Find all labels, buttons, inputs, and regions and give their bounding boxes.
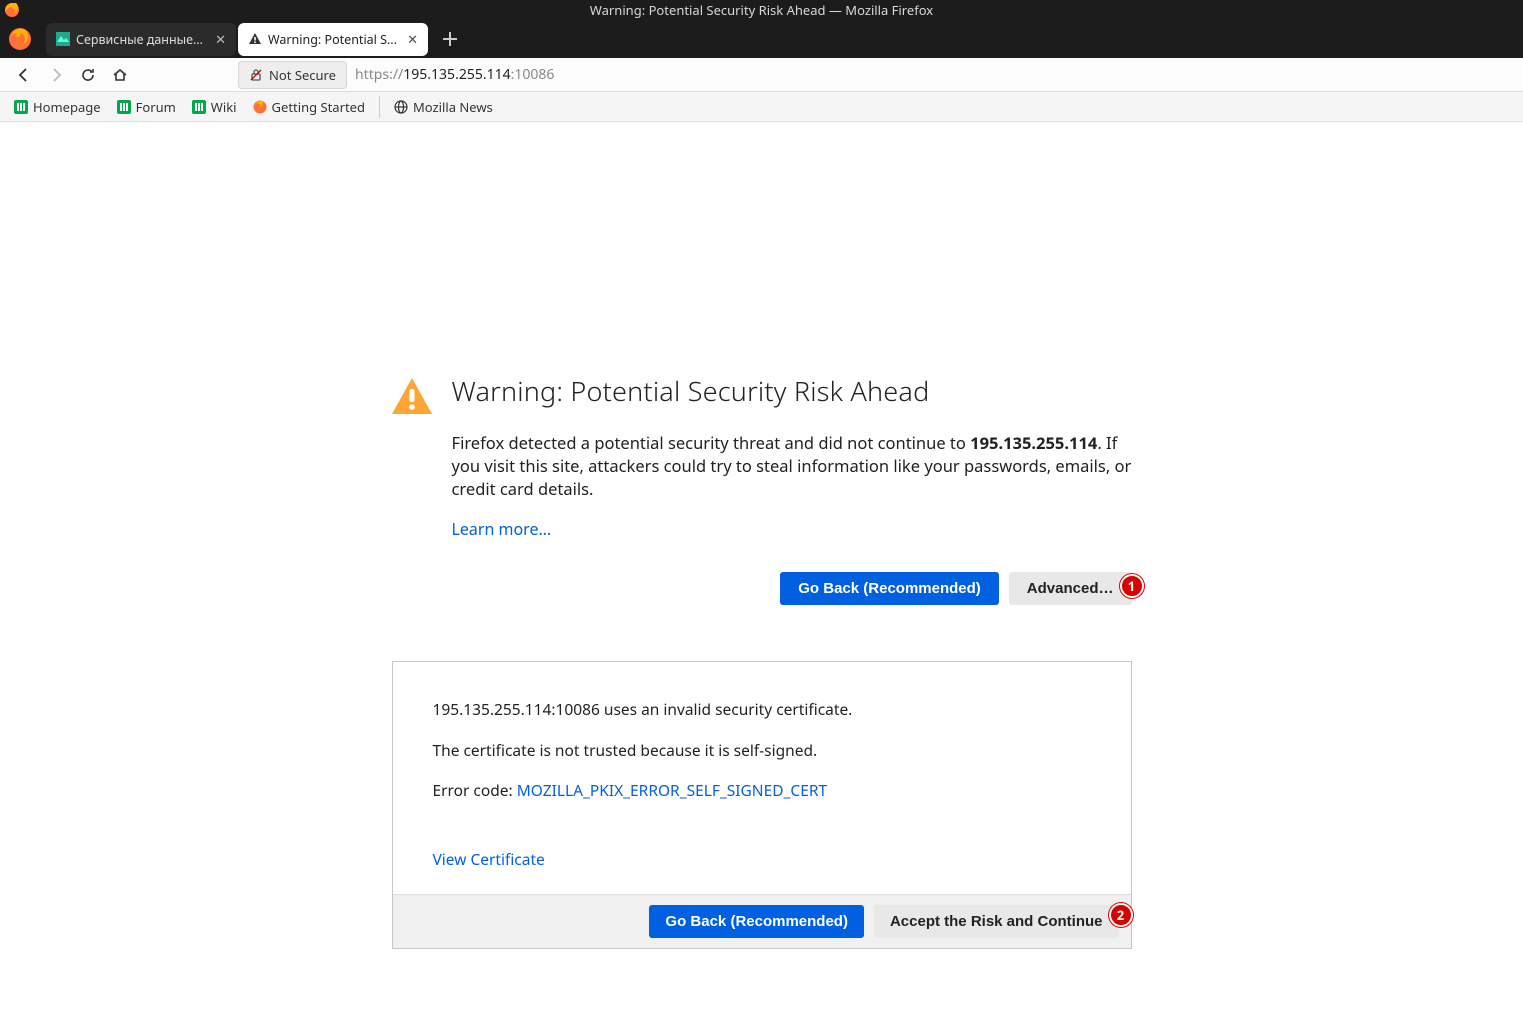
site-icon (14, 100, 28, 114)
warning-triangle-icon (248, 32, 262, 46)
security-badge[interactable]: Not Secure (238, 61, 347, 89)
bookmarks-toolbar: Homepage Forum Wiki Getting Started Mozi… (0, 92, 1523, 122)
annotation-marker-1: 1 (1120, 574, 1144, 598)
view-certificate-link[interactable]: View Certificate (433, 848, 545, 870)
warning-description: Firefox detected a potential security th… (452, 431, 1132, 500)
tab-title: Warning: Potential Security… (268, 31, 397, 48)
bookmark-getting-started[interactable]: Getting Started (247, 95, 371, 119)
firefox-logo (8, 27, 32, 51)
close-icon[interactable]: ✕ (215, 30, 226, 48)
site-icon (117, 100, 131, 114)
lock-warning-icon (249, 68, 263, 82)
globe-icon (394, 100, 408, 114)
tab-title: Сервисные данные – Vee… (76, 31, 205, 48)
firefox-icon (253, 100, 267, 114)
bookmark-wiki[interactable]: Wiki (186, 95, 243, 119)
error-code-line: Error code: MOZILLA_PKIX_ERROR_SELF_SIGN… (433, 779, 1091, 801)
nav-toolbar: Not Secure https://195.135.255.114:10086 (0, 58, 1523, 92)
warning-icon (392, 372, 432, 414)
accept-risk-button[interactable]: Accept the Risk and Continue (874, 905, 1119, 938)
go-back-button-2[interactable]: Go Back (Recommended) (649, 905, 864, 938)
forward-button[interactable] (42, 61, 70, 89)
reload-button[interactable] (74, 61, 102, 89)
cert-invalid-text: 195.135.255.114:10086 uses an invalid se… (433, 698, 1091, 720)
firefox-icon (4, 2, 20, 18)
bookmark-mozilla-news[interactable]: Mozilla News (388, 95, 499, 119)
go-back-button[interactable]: Go Back (Recommended) (780, 572, 999, 605)
separator (379, 96, 380, 118)
error-code-link[interactable]: MOZILLA_PKIX_ERROR_SELF_SIGNED_CERT (517, 779, 827, 801)
warning-title: Warning: Potential Security Risk Ahead (452, 372, 1132, 409)
close-icon[interactable]: ✕ (407, 30, 418, 48)
learn-more-link[interactable]: Learn more… (452, 518, 552, 540)
annotation-marker-2: 2 (1109, 903, 1133, 927)
security-warning: Warning: Potential Security Risk Ahead F… (392, 372, 1132, 1024)
tab-strip: Сервисные данные – Vee… ✕ Warning: Poten… (0, 20, 1523, 58)
new-tab-button[interactable] (436, 25, 464, 53)
tab-favicon (56, 32, 70, 46)
url-text: https://195.135.255.114:10086 (355, 65, 554, 84)
advanced-button[interactable]: Advanced… (1009, 572, 1132, 605)
security-label: Not Secure (269, 66, 336, 84)
browser-chrome: Сервисные данные – Vee… ✕ Warning: Poten… (0, 20, 1523, 58)
tab-active[interactable]: Warning: Potential Security… ✕ (238, 23, 428, 56)
page-content: Warning: Potential Security Risk Ahead F… (0, 122, 1523, 1024)
bookmark-forum[interactable]: Forum (111, 95, 182, 119)
back-button[interactable] (10, 61, 38, 89)
os-titlebar: Warning: Potential Security Risk Ahead —… (0, 0, 1523, 20)
bookmark-homepage[interactable]: Homepage (8, 95, 107, 119)
tab-inactive[interactable]: Сервисные данные – Vee… ✕ (46, 23, 236, 56)
url-bar[interactable]: Not Secure https://195.135.255.114:10086 (238, 61, 1513, 89)
cert-selfsigned-text: The certificate is not trusted because i… (433, 739, 1091, 761)
window-title: Warning: Potential Security Risk Ahead —… (590, 1, 933, 19)
site-icon (192, 100, 206, 114)
advanced-panel: 195.135.255.114:10086 uses an invalid se… (392, 661, 1132, 948)
home-button[interactable] (106, 61, 134, 89)
